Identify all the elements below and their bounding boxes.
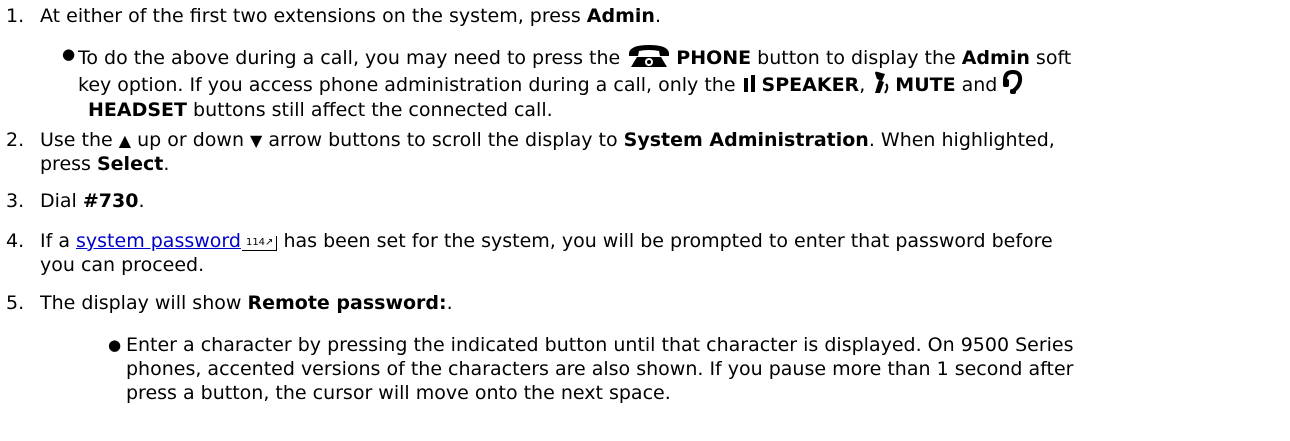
- system-password-link[interactable]: system password: [76, 230, 241, 252]
- step-text: Use the ▲ up or down ▼ arrow buttons to …: [40, 129, 1055, 151]
- step-text: If a system password 114↗ has been set fo…: [40, 230, 1053, 252]
- headset-icon: [1003, 70, 1023, 94]
- step-text: At either of the first two extensions on…: [40, 5, 661, 27]
- microphone-mute-icon: [875, 71, 889, 94]
- speaker-icon: [743, 75, 755, 92]
- up-arrow-icon: ▲: [118, 131, 132, 150]
- step-number: 5.: [6, 292, 25, 314]
- page-reference-icon[interactable]: 114↗: [241, 236, 278, 251]
- help-document: 1. At either of the first two extensions…: [6, 5, 1074, 404]
- phone-handset-icon: [629, 45, 670, 67]
- step-text: Dial #730.: [40, 190, 145, 212]
- bullet-icon: ●: [62, 45, 76, 63]
- bullet-icon: ●: [108, 336, 122, 354]
- step-number: 4.: [6, 230, 25, 252]
- down-arrow-icon: ▼: [250, 131, 263, 150]
- step-number: 2.: [6, 129, 25, 151]
- step-number: 3.: [6, 190, 25, 212]
- step-number: 1.: [6, 5, 25, 27]
- step-text: The display will show Remote password:.: [40, 292, 453, 314]
